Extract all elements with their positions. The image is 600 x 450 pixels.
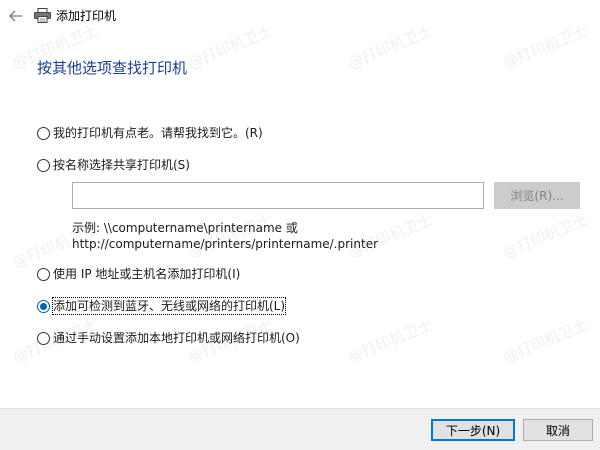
next-button[interactable]: 下一步(N) (431, 419, 515, 441)
example-line-1: 示例: \\computername\printername 或 (72, 221, 298, 235)
title-bar: 添加打印机 (0, 0, 600, 32)
option-label: 按名称选择共享打印机(S) (53, 158, 190, 172)
radio-button[interactable] (37, 126, 50, 140)
example-line-2: http://computername/printers/printername… (72, 237, 379, 251)
radio-button[interactable] (37, 267, 50, 281)
option-label: 我的打印机有点老。请帮我找到它。(R) (53, 126, 263, 140)
option-bluetooth-wireless-network[interactable]: 添加可检测到蓝牙、无线或网络的打印机(L) (37, 297, 287, 315)
option-old-printer[interactable]: 我的打印机有点老。请帮我找到它。(R) (37, 125, 263, 141)
radio-button[interactable] (37, 158, 50, 172)
back-arrow-icon[interactable] (7, 7, 25, 25)
option-manual-local-network[interactable]: 通过手动设置添加本地打印机或网络打印机(O) (37, 330, 300, 346)
option-label: 通过手动设置添加本地打印机或网络打印机(O) (53, 331, 300, 345)
printer-icon (34, 8, 51, 23)
watermark: @打印机卫士 (500, 315, 591, 367)
radio-button[interactable] (37, 331, 50, 345)
option-label: 添加可检测到蓝牙、无线或网络的打印机(L) (51, 297, 287, 315)
cancel-button[interactable]: 取消 (523, 419, 593, 441)
shared-printer-name-input[interactable] (72, 182, 484, 209)
watermark: @打印机卫士 (500, 210, 591, 262)
example-text: 示例: \\computername\printername 或 http://… (72, 220, 378, 252)
option-label: 使用 IP 地址或主机名添加打印机(I) (53, 267, 241, 281)
browse-button[interactable]: 浏览(R)... (494, 182, 580, 209)
option-shared-printer[interactable]: 按名称选择共享打印机(S) (37, 157, 190, 173)
option-ip-hostname[interactable]: 使用 IP 地址或主机名添加打印机(I) (37, 266, 240, 282)
window-title: 添加打印机 (56, 9, 117, 23)
watermark: @打印机卫士 (345, 315, 436, 367)
page-heading: 按其他选项查找打印机 (37, 59, 188, 77)
radio-button-selected[interactable] (37, 299, 50, 313)
